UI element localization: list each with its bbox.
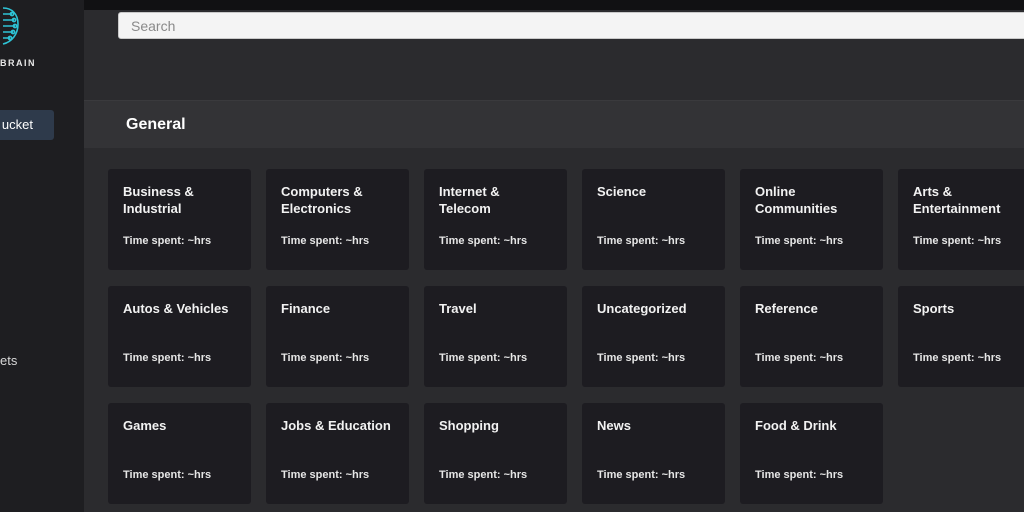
- sidebar-item-secondary[interactable]: ets: [0, 353, 17, 368]
- category-card[interactable]: Food & Drink Time spent: ~hrs: [740, 403, 883, 504]
- sidebar: BRAIN ucket ets: [0, 0, 85, 512]
- category-card[interactable]: Uncategorized Time spent: ~hrs: [582, 286, 725, 387]
- category-title: Games: [123, 418, 167, 433]
- category-title: Jobs & Education: [281, 418, 391, 433]
- time-spent-label: Time spent: ~hrs: [281, 469, 370, 481]
- search-input[interactable]: [118, 12, 1024, 39]
- category-card[interactable]: Business & Industrial Time spent: ~hrs: [108, 169, 251, 270]
- category-title: Business & Industrial: [123, 184, 194, 216]
- sidebar-item-active[interactable]: ucket: [0, 110, 54, 140]
- category-card[interactable]: Travel Time spent: ~hrs: [424, 286, 567, 387]
- time-spent-label: Time spent: ~hrs: [755, 235, 844, 247]
- category-card[interactable]: Arts & Entertainment Time spent: ~hrs: [898, 169, 1024, 270]
- category-card[interactable]: Reference Time spent: ~hrs: [740, 286, 883, 387]
- category-card[interactable]: Computers & Electronics Time spent: ~hrs: [266, 169, 409, 270]
- category-title: Internet & Telecom: [439, 184, 500, 216]
- time-spent-label: Time spent: ~hrs: [913, 235, 1002, 247]
- category-title: Shopping: [439, 418, 499, 433]
- category-title: Uncategorized: [597, 301, 687, 316]
- category-card[interactable]: Finance Time spent: ~hrs: [266, 286, 409, 387]
- category-title: Online Communities: [755, 184, 838, 216]
- category-title: News: [597, 418, 631, 433]
- category-card[interactable]: Autos & Vehicles Time spent: ~hrs: [108, 286, 251, 387]
- window-top-strip: [84, 0, 1024, 10]
- section-header: General: [84, 100, 1024, 149]
- brand-name: BRAIN: [0, 58, 36, 68]
- time-spent-label: Time spent: ~hrs: [439, 235, 528, 247]
- category-card[interactable]: Sports Time spent: ~hrs: [898, 286, 1024, 387]
- sidebar-item-label: ucket: [1, 117, 33, 132]
- category-card[interactable]: Science Time spent: ~hrs: [582, 169, 725, 270]
- time-spent-label: Time spent: ~hrs: [439, 352, 528, 364]
- category-grid: Business & Industrial Time spent: ~hrs Com…: [84, 148, 1024, 512]
- category-title: Reference: [755, 301, 818, 316]
- category-title: Arts & Entertainment: [913, 184, 1001, 216]
- category-card[interactable]: Games Time spent: ~hrs: [108, 403, 251, 504]
- category-title: Science: [597, 184, 647, 199]
- category-card[interactable]: Online Communities Time spent: ~hrs: [740, 169, 883, 270]
- section-title: General: [126, 116, 186, 133]
- time-spent-label: Time spent: ~hrs: [597, 469, 686, 481]
- category-card[interactable]: News Time spent: ~hrs: [582, 403, 725, 504]
- time-spent-label: Time spent: ~hrs: [123, 352, 212, 364]
- time-spent-label: Time spent: ~hrs: [123, 235, 212, 247]
- category-title: Finance: [281, 301, 331, 316]
- time-spent-label: Time spent: ~hrs: [755, 469, 844, 481]
- category-title: Autos & Vehicles: [123, 301, 229, 316]
- time-spent-label: Time spent: ~hrs: [597, 352, 686, 364]
- time-spent-label: Time spent: ~hrs: [755, 352, 844, 364]
- time-spent-label: Time spent: ~hrs: [123, 469, 212, 481]
- category-card[interactable]: Shopping Time spent: ~hrs: [424, 403, 567, 504]
- category-title: Sports: [913, 301, 955, 316]
- brain-logo-icon: [2, 7, 19, 45]
- category-title: Food & Drink: [755, 418, 837, 433]
- time-spent-label: Time spent: ~hrs: [913, 352, 1002, 364]
- category-title: Travel: [439, 301, 477, 316]
- category-card[interactable]: Internet & Telecom Time spent: ~hrs: [424, 169, 567, 270]
- category-card[interactable]: Jobs & Education Time spent: ~hrs: [266, 403, 409, 504]
- time-spent-label: Time spent: ~hrs: [439, 469, 528, 481]
- category-title: Computers & Electronics: [281, 184, 363, 216]
- time-spent-label: Time spent: ~hrs: [597, 235, 686, 247]
- time-spent-label: Time spent: ~hrs: [281, 352, 370, 364]
- time-spent-label: Time spent: ~hrs: [281, 235, 370, 247]
